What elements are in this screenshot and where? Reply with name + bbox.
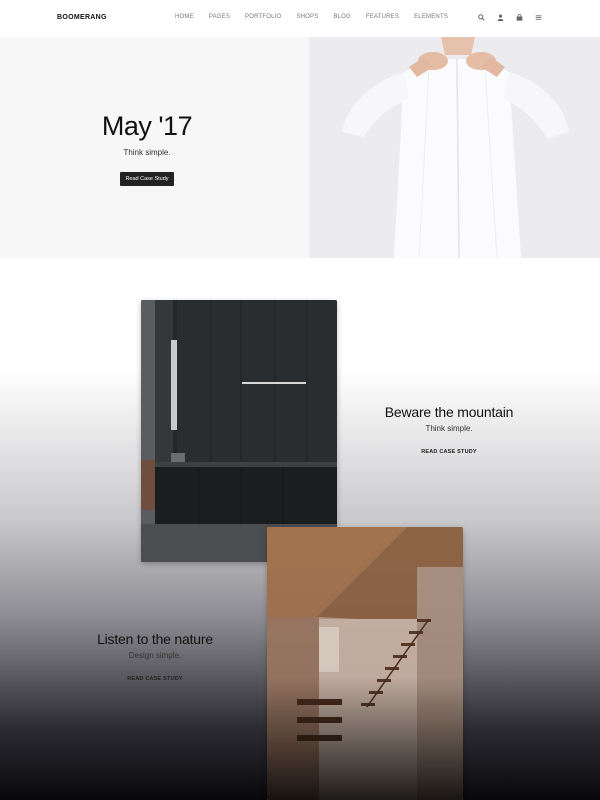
nav-item-home[interactable]: HOME bbox=[175, 14, 194, 20]
case-subtitle: Think simple. bbox=[425, 424, 473, 433]
case-study-2: Listen to the nature Design simple. READ… bbox=[80, 631, 230, 685]
hero-text: May '17 Think simple. Read Case Study bbox=[72, 111, 222, 186]
hero-title: May '17 bbox=[101, 111, 193, 141]
nav-item-shops[interactable]: SHOPS bbox=[296, 14, 318, 20]
nav-item-features[interactable]: FEATURES bbox=[366, 14, 399, 20]
hero-image bbox=[309, 37, 600, 258]
nav-item-portfolio[interactable]: PORTFOLIO bbox=[245, 14, 281, 20]
search-icon[interactable] bbox=[476, 12, 486, 22]
read-case-study-link[interactable]: READ CASE STUDY bbox=[127, 676, 183, 682]
hero-section: May '17 Think simple. Read Case Study bbox=[0, 37, 600, 258]
header-icons bbox=[476, 12, 543, 22]
hero-subtitle: Think simple. bbox=[123, 148, 171, 157]
case-study-1: Beware the mountain Think simple. READ C… bbox=[370, 404, 528, 458]
read-case-study-button[interactable]: Read Case Study bbox=[120, 172, 174, 186]
nav-item-pages[interactable]: PAGES bbox=[209, 14, 230, 20]
case-title: Beware the mountain bbox=[384, 404, 514, 420]
case-title: Listen to the nature bbox=[97, 631, 213, 647]
site-header: BOOMERANG HOME PAGES PORTFOLIO SHOPS BLO… bbox=[0, 0, 600, 37]
menu-icon[interactable] bbox=[533, 12, 543, 22]
site-logo[interactable]: BOOMERANG bbox=[57, 14, 107, 21]
read-case-study-link[interactable]: READ CASE STUDY bbox=[421, 449, 477, 455]
user-icon[interactable] bbox=[495, 12, 505, 22]
main-nav: HOME PAGES PORTFOLIO SHOPS BLOG FEATURES… bbox=[175, 14, 448, 20]
nav-item-elements[interactable]: ELEMENTS bbox=[414, 14, 448, 20]
nav-item-blog[interactable]: BLOG bbox=[333, 14, 350, 20]
cart-icon[interactable] bbox=[514, 12, 524, 22]
case-subtitle: Design simple. bbox=[128, 651, 182, 660]
case-image-staircase[interactable] bbox=[267, 527, 463, 800]
case-image-kitchen[interactable] bbox=[141, 300, 337, 562]
